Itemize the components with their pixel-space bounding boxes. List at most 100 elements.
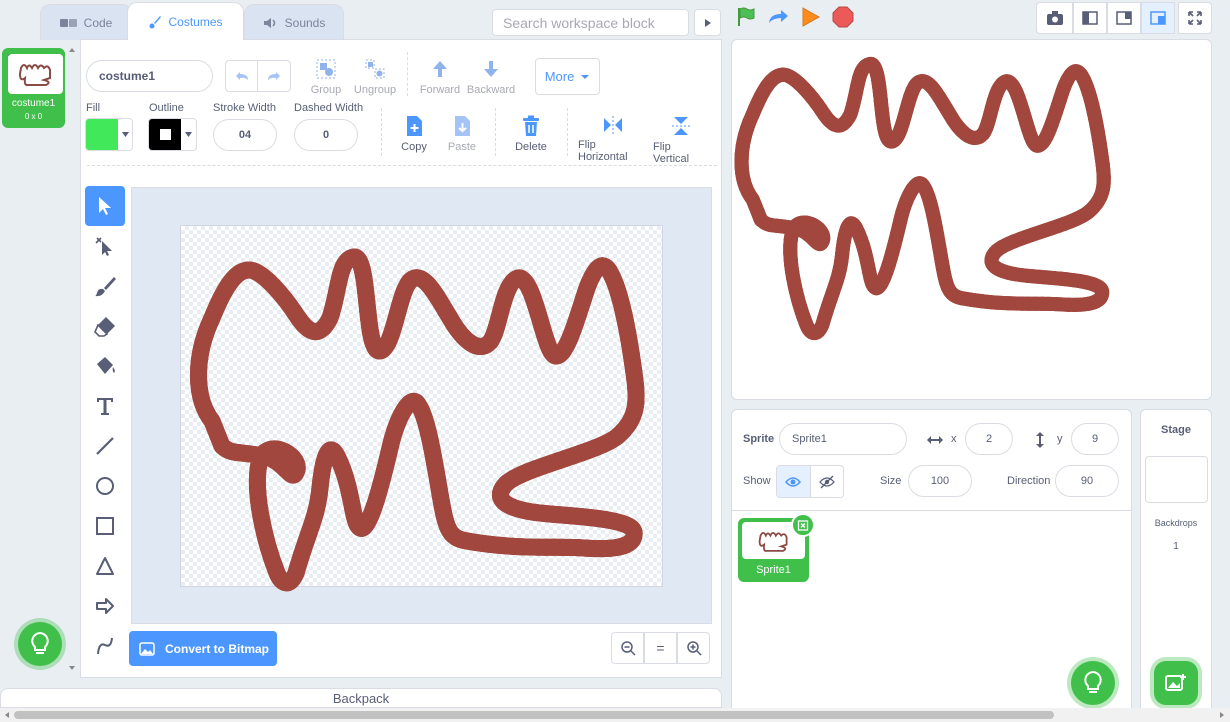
- scroll-right-icon: [1220, 712, 1224, 718]
- eraser-icon: [94, 317, 115, 337]
- costume-list-scrollbar[interactable]: [68, 44, 76, 674]
- fill-color-picker[interactable]: [85, 118, 133, 151]
- choose-costume-button[interactable]: [18, 622, 62, 666]
- toolbar-separator: [87, 165, 717, 166]
- cursor-arrow-icon: [99, 197, 111, 215]
- size-label: Size: [880, 475, 902, 487]
- tab-costumes-label: Costumes: [168, 14, 223, 29]
- horizontal-arrows-icon: [927, 436, 943, 444]
- triangle-tool[interactable]: [85, 546, 125, 586]
- copy-button[interactable]: Copy: [398, 115, 430, 153]
- show-button[interactable]: [777, 466, 811, 497]
- curve-icon: [97, 637, 113, 655]
- line-tool[interactable]: [85, 426, 125, 466]
- search-input[interactable]: Search workspace block: [492, 9, 689, 36]
- zoom-in-button[interactable]: [677, 632, 710, 664]
- fill-tool[interactable]: [85, 346, 125, 386]
- flip-vertical-button[interactable]: Flip Vertical: [653, 115, 709, 165]
- stop-button[interactable]: [832, 6, 854, 28]
- sprite-name-input[interactable]: Sprite1: [779, 423, 907, 455]
- search-submit-button[interactable]: [694, 9, 721, 36]
- hide-button[interactable]: [810, 466, 843, 497]
- paint-bucket-icon: [97, 357, 115, 374]
- arrow-tool[interactable]: [85, 586, 125, 626]
- more-button[interactable]: More: [535, 58, 600, 95]
- zoom-out-button[interactable]: [611, 632, 644, 664]
- direction-label: Direction: [1007, 475, 1051, 487]
- scrollbar-thumb[interactable]: [14, 711, 1054, 719]
- fill-label: Fill: [86, 102, 101, 114]
- x-input[interactable]: 2: [965, 423, 1013, 455]
- sprite-item-name: Sprite1: [756, 564, 791, 576]
- backpack-header[interactable]: Backpack: [0, 688, 722, 708]
- forward-button[interactable]: Forward: [420, 58, 460, 96]
- backdrops-count: 1: [1173, 541, 1179, 552]
- horizontal-scrollbar[interactable]: [0, 708, 1230, 722]
- large-stage-icon: [1150, 11, 1166, 25]
- fullscreen-button[interactable]: [1178, 2, 1212, 34]
- choose-sprite-button[interactable]: [1071, 661, 1115, 705]
- sprite-label: Sprite: [743, 433, 775, 445]
- line-icon: [96, 437, 114, 455]
- outline-label: Outline: [149, 102, 184, 114]
- outline-color-picker[interactable]: [148, 118, 197, 151]
- normal-stage-button[interactable]: [1107, 2, 1141, 34]
- delete-sprite-button[interactable]: [791, 513, 815, 537]
- text-t-icon: [97, 398, 113, 415]
- delete-label: Delete: [515, 141, 547, 153]
- dashed-width-input[interactable]: 0: [294, 119, 358, 151]
- convert-to-bitmap-button[interactable]: Convert to Bitmap: [129, 631, 277, 666]
- tab-code[interactable]: Code: [40, 4, 132, 40]
- direction-input[interactable]: 90: [1055, 465, 1119, 497]
- text-tool[interactable]: [85, 386, 125, 426]
- green-flag-button[interactable]: [735, 6, 757, 28]
- delete-button[interactable]: Delete: [511, 115, 551, 153]
- forward-label: Forward: [419, 84, 461, 96]
- fill-swatch: [86, 119, 118, 150]
- brush-tool[interactable]: [85, 266, 125, 306]
- paste-button[interactable]: Paste: [445, 115, 479, 153]
- canvas-area[interactable]: [131, 187, 712, 624]
- small-stage-icon: [1082, 11, 1098, 25]
- choose-backdrop-button[interactable]: [1154, 661, 1198, 705]
- flip-horizontal-button[interactable]: Flip Horizontal: [578, 115, 648, 163]
- costume-item[interactable]: 1 costume1 0 x 0: [2, 48, 65, 128]
- select-tool[interactable]: [85, 186, 125, 226]
- zoom-in-icon: [686, 641, 702, 656]
- zoom-reset-button[interactable]: =: [644, 632, 677, 664]
- play-button[interactable]: [800, 6, 822, 28]
- group-label: Group: [310, 84, 342, 96]
- more-label: More: [544, 69, 575, 84]
- stroke-width-input[interactable]: 04: [213, 119, 277, 151]
- redo-button[interactable]: [258, 61, 290, 91]
- circle-tool[interactable]: [85, 466, 125, 506]
- ungroup-button[interactable]: Ungroup: [352, 58, 398, 96]
- size-input[interactable]: 100: [908, 465, 972, 497]
- toolbar-divider: [495, 108, 496, 156]
- vertical-arrows-icon: [1036, 432, 1044, 448]
- undo-redo-group: [225, 60, 291, 92]
- costume-name-input[interactable]: costume1: [86, 60, 213, 92]
- eraser-tool[interactable]: [85, 306, 125, 346]
- eye-slash-icon: [818, 475, 835, 488]
- curve-tool[interactable]: [85, 626, 125, 666]
- tab-costumes[interactable]: Costumes: [127, 2, 244, 40]
- rectangle-tool[interactable]: [85, 506, 125, 546]
- backward-button[interactable]: Backward: [467, 58, 515, 96]
- undo-button[interactable]: [226, 61, 259, 91]
- reshape-tool[interactable]: [85, 226, 125, 266]
- screenshot-button[interactable]: [1036, 2, 1073, 34]
- toolbar-divider: [407, 52, 408, 96]
- turbo-button[interactable]: [766, 6, 790, 28]
- redo-icon: [268, 72, 280, 80]
- ungroup-icon: [365, 59, 385, 79]
- stage[interactable]: [731, 39, 1212, 400]
- y-input[interactable]: 9: [1071, 423, 1119, 455]
- green-flag-icon: [738, 7, 755, 26]
- dashed-width-value: 0: [322, 129, 330, 141]
- redo-arrow-icon: [769, 10, 788, 23]
- group-button[interactable]: Group: [308, 58, 344, 96]
- large-stage-button[interactable]: [1141, 2, 1175, 34]
- small-stage-button[interactable]: [1073, 2, 1107, 34]
- tab-sounds[interactable]: Sounds: [244, 4, 344, 40]
